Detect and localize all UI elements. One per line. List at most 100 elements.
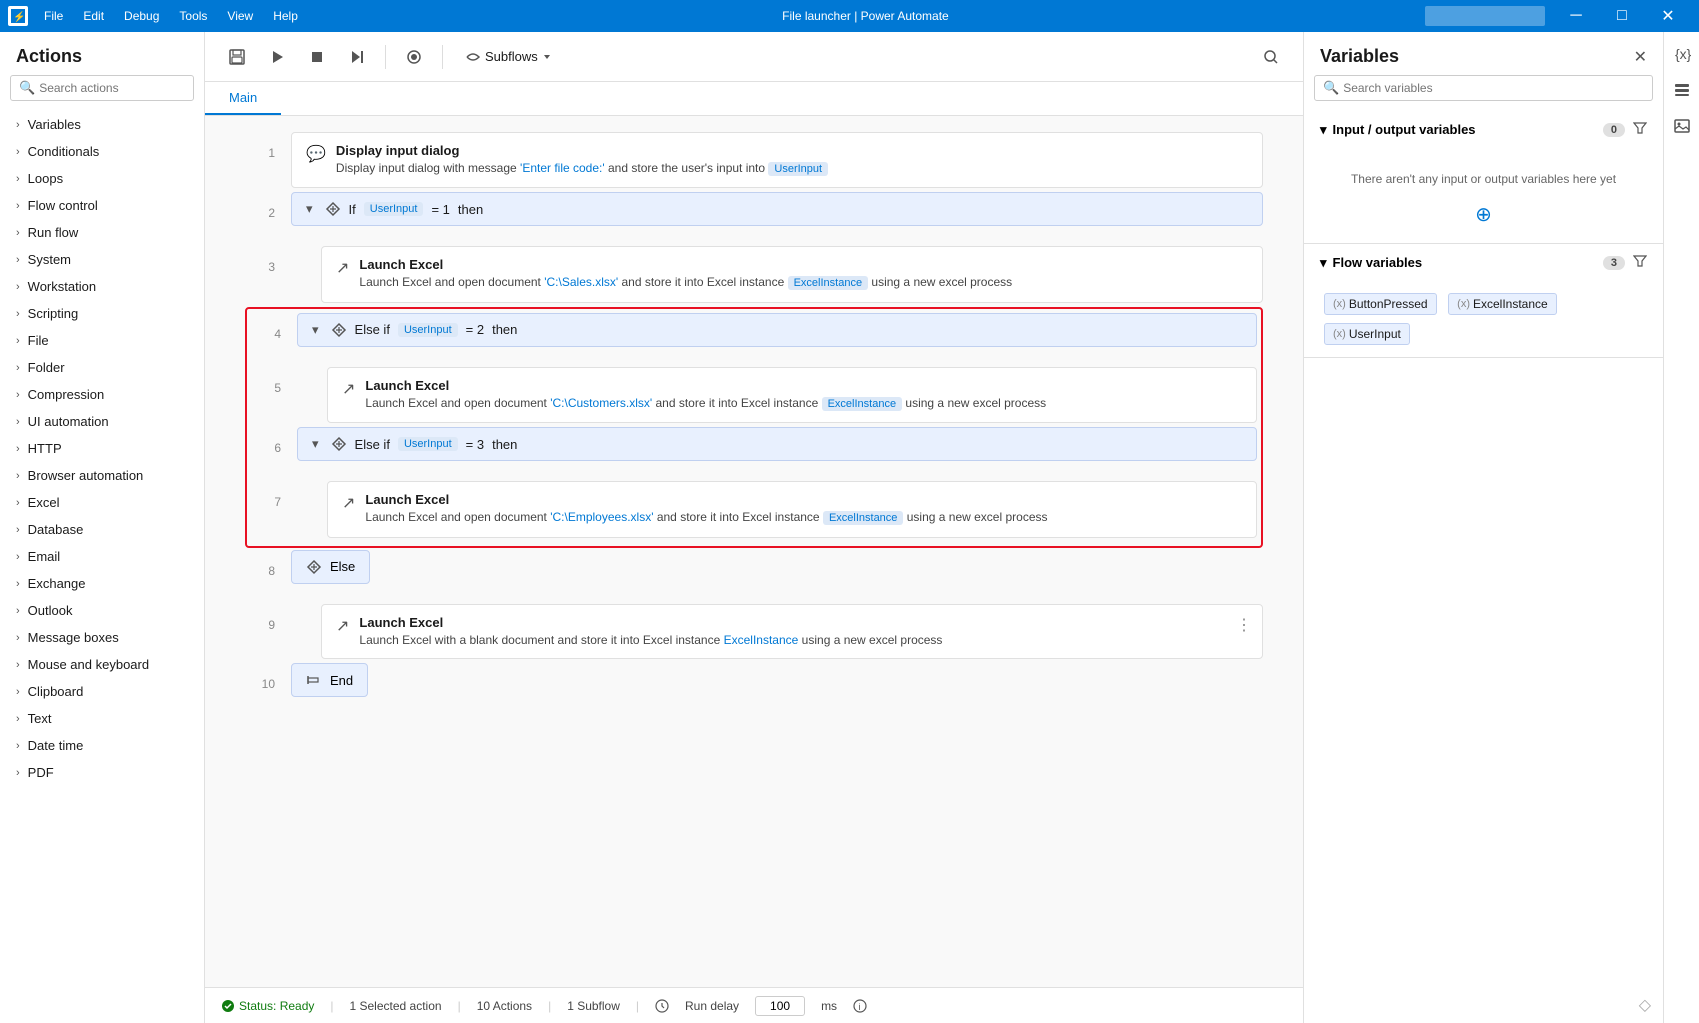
collapse-icon[interactable]: ▾ xyxy=(306,201,313,217)
chevron-icon: › xyxy=(16,578,20,590)
close-variables-button[interactable]: ✕ xyxy=(1634,47,1647,67)
end-block[interactable]: End xyxy=(291,663,368,697)
sidebar-item-datetime[interactable]: ›Date time xyxy=(0,732,204,759)
if-block[interactable]: ▾ If UserInput = 1 then xyxy=(291,192,1263,226)
step9-item[interactable]: ↗ Launch Excel Launch Excel with a blank… xyxy=(321,604,1263,660)
flow-vars-header[interactable]: ▾ Flow variables 3 xyxy=(1304,244,1663,281)
sidebar-item-ui-automation[interactable]: ›UI automation xyxy=(0,408,204,435)
sidebar-item-pdf[interactable]: ›PDF xyxy=(0,759,204,786)
menu-tools[interactable]: Tools xyxy=(171,7,215,25)
step3-desc: Launch Excel and open document 'C:\Sales… xyxy=(359,274,1248,291)
menu-help[interactable]: Help xyxy=(265,7,306,25)
sidebar-item-outlook[interactable]: ›Outlook xyxy=(0,597,204,624)
subflows-button[interactable]: Subflows xyxy=(455,45,562,69)
sidebar-item-compression[interactable]: ›Compression xyxy=(0,381,204,408)
flow-vars-filter-button[interactable] xyxy=(1633,254,1647,271)
more-options-button[interactable]: ⋮ xyxy=(1236,615,1252,635)
close-button[interactable]: ✕ xyxy=(1645,0,1691,32)
sidebar-item-folder[interactable]: ›Folder xyxy=(0,354,204,381)
sidebar-item-scripting[interactable]: ›Scripting xyxy=(0,300,204,327)
sidebar-item-database[interactable]: ›Database xyxy=(0,516,204,543)
stop-button[interactable] xyxy=(301,41,333,73)
image-icon-button[interactable] xyxy=(1668,112,1696,140)
search-actions-input[interactable] xyxy=(39,81,185,95)
sidebar-item-browser-automation[interactable]: ›Browser automation xyxy=(0,462,204,489)
step1-title: Display input dialog xyxy=(336,143,1248,158)
run-delay-input[interactable] xyxy=(755,996,805,1016)
minimize-button[interactable]: ─ xyxy=(1553,0,1599,32)
chevron-icon: › xyxy=(16,740,20,752)
save-button[interactable] xyxy=(221,41,253,73)
add-variable-button[interactable]: ⊕ xyxy=(1320,194,1647,235)
chevron-icon: › xyxy=(16,200,20,212)
menu-debug[interactable]: Debug xyxy=(116,7,167,25)
sidebar-item-email[interactable]: ›Email xyxy=(0,543,204,570)
sidebar-item-mouse-keyboard[interactable]: ›Mouse and keyboard xyxy=(0,651,204,678)
var-panel-icon-button[interactable]: {x} xyxy=(1668,40,1696,68)
step9-desc: Launch Excel with a blank document and s… xyxy=(359,632,1248,649)
tab-main[interactable]: Main xyxy=(205,82,281,115)
flow-variables-section: ▾ Flow variables 3 (x) ButtonPressed (x)… xyxy=(1304,244,1663,358)
var-chip-label: ExcelInstance xyxy=(1473,297,1548,311)
sidebar-item-http[interactable]: ›HTTP xyxy=(0,435,204,462)
if-then: then xyxy=(458,202,483,217)
sidebar-item-system[interactable]: ›System xyxy=(0,246,204,273)
layer-icon-button[interactable] xyxy=(1668,76,1696,104)
sidebar-item-flow-control[interactable]: ›Flow control xyxy=(0,192,204,219)
line-num-3: 3 xyxy=(245,246,275,274)
sidebar-item-variables[interactable]: ›Variables xyxy=(0,111,204,138)
selected-block: 4 ▾ Else if UserInput = 2 then xyxy=(245,307,1263,548)
run-button[interactable] xyxy=(261,41,293,73)
step-button[interactable] xyxy=(341,41,373,73)
var-chip-buttonpressed[interactable]: (x) ButtonPressed xyxy=(1324,293,1437,315)
flow-item-1[interactable]: 💬 Display input dialog Display input dia… xyxy=(291,132,1263,188)
step7-item[interactable]: ↗ Launch Excel Launch Excel and open doc… xyxy=(327,481,1257,537)
if-label: If xyxy=(349,202,356,217)
step5-item[interactable]: ↗ Launch Excel Launch Excel and open doc… xyxy=(327,367,1257,423)
elseif-block-1[interactable]: ▾ Else if UserInput = 2 then xyxy=(297,313,1257,347)
sidebar-item-clipboard[interactable]: ›Clipboard xyxy=(0,678,204,705)
chevron-icon: › xyxy=(16,389,20,401)
menu-edit[interactable]: Edit xyxy=(75,7,112,25)
elseif-then-2: then xyxy=(492,437,517,452)
flow-row-2: 2 ▾ If UserInput = 1 then xyxy=(245,192,1263,242)
sidebar-item-excel[interactable]: ›Excel xyxy=(0,489,204,516)
flow-row-5: 5 ↗ Launch Excel Launch Excel and open d… xyxy=(251,367,1257,423)
var-chip-excelinstance[interactable]: (x) ExcelInstance xyxy=(1448,293,1557,315)
actions-panel: Actions 🔍 ›Variables ›Conditionals ›Loop… xyxy=(0,32,205,1023)
chevron-icon: › xyxy=(16,470,20,482)
menu-view[interactable]: View xyxy=(219,7,261,25)
search-variables-input[interactable] xyxy=(1343,81,1644,95)
svg-text:⚡: ⚡ xyxy=(13,10,25,23)
variables-title: Variables xyxy=(1320,46,1399,67)
elseif-icon-1 xyxy=(331,322,347,338)
sidebar-item-run-flow[interactable]: ›Run flow xyxy=(0,219,204,246)
maximize-button[interactable]: □ xyxy=(1599,0,1645,32)
elseif-block-2[interactable]: ▾ Else if UserInput = 3 then xyxy=(297,427,1257,461)
io-filter-button[interactable] xyxy=(1633,121,1647,138)
input-output-header[interactable]: ▾ Input / output variables 0 xyxy=(1304,111,1663,148)
step7-title: Launch Excel xyxy=(365,492,1242,507)
io-empty-text: There aren't any input or output variabl… xyxy=(1320,156,1647,194)
line-num-8: 8 xyxy=(245,550,275,578)
subflow-count: 1 Subflow xyxy=(567,999,620,1013)
else-block[interactable]: Else xyxy=(291,550,370,584)
sidebar-item-workstation[interactable]: ›Workstation xyxy=(0,273,204,300)
flow-vars-count: 3 xyxy=(1603,256,1625,270)
step3-item[interactable]: ↗ Launch Excel Launch Excel and open doc… xyxy=(321,246,1263,302)
menu-file[interactable]: File xyxy=(36,7,71,25)
flow-row-4: 4 ▾ Else if UserInput = 2 then xyxy=(251,313,1257,363)
svg-text:{x}: {x} xyxy=(1675,46,1691,62)
search-button[interactable] xyxy=(1255,41,1287,73)
sidebar-item-exchange[interactable]: ›Exchange xyxy=(0,570,204,597)
sidebar-item-file[interactable]: ›File xyxy=(0,327,204,354)
sidebar-item-text[interactable]: ›Text xyxy=(0,705,204,732)
record-button[interactable] xyxy=(398,41,430,73)
sidebar-item-conditionals[interactable]: ›Conditionals xyxy=(0,138,204,165)
actions-count: 10 Actions xyxy=(477,999,532,1013)
var-chip-userinput[interactable]: (x) UserInput xyxy=(1324,323,1410,345)
sidebar-item-message-boxes[interactable]: ›Message boxes xyxy=(0,624,204,651)
collapse-icon[interactable]: ▾ xyxy=(312,436,319,452)
collapse-icon[interactable]: ▾ xyxy=(312,322,319,338)
sidebar-item-loops[interactable]: ›Loops xyxy=(0,165,204,192)
